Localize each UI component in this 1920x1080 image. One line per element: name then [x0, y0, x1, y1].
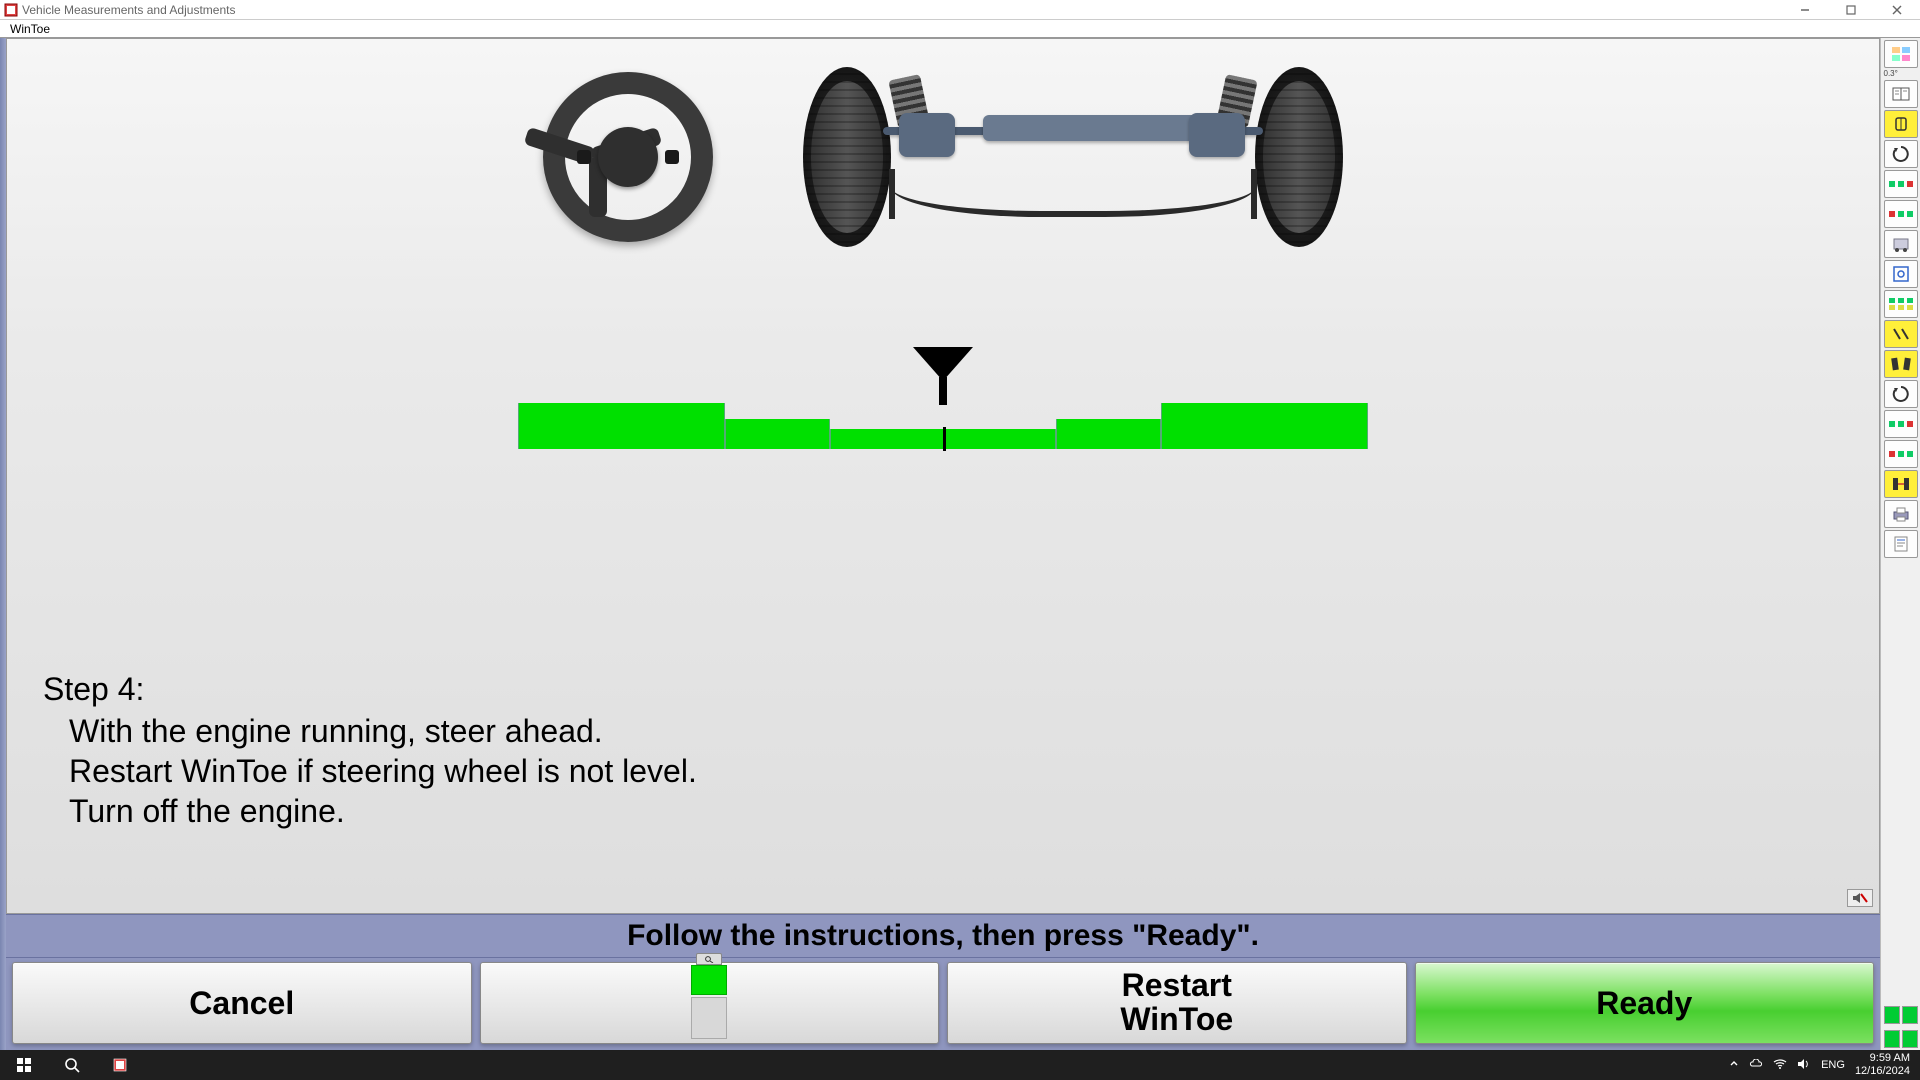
sidebar-caster-icon[interactable] [1884, 320, 1918, 348]
sensor-left2-icon [1884, 1030, 1900, 1048]
sidebar-angle-label: 0.3° [1884, 70, 1918, 78]
step-line: Turn off the engine. [43, 791, 697, 831]
restart-button-line1: Restart [1120, 969, 1233, 1003]
sidebar-measurements-icon[interactable] [1884, 40, 1918, 68]
system-tray[interactable]: ENG 9:59 AM 12/16/2024 [1729, 1052, 1920, 1077]
restart-wintoe-button[interactable]: Restart WinToe [947, 962, 1407, 1044]
front-axle-graphic [803, 67, 1343, 247]
cancel-button[interactable]: Cancel [12, 962, 472, 1044]
sidebar-bottom-indicators [1882, 1004, 1920, 1026]
step-heading: Step 4: [43, 669, 697, 709]
prompt-bar: Follow the instructions, then press "Rea… [6, 914, 1880, 958]
sidebar-front2-measurement-icon[interactable] [1884, 410, 1918, 438]
tray-language[interactable]: ENG [1821, 1059, 1845, 1071]
sidebar-rear-measurement-icon[interactable] [1884, 200, 1918, 228]
zoom-grey-indicator [691, 997, 727, 1039]
magnify-icon [696, 953, 722, 965]
sidebar-target-icon[interactable] [1884, 260, 1918, 288]
cancel-button-label: Cancel [189, 985, 294, 1022]
gauge-segment [518, 403, 725, 449]
gauge-segment [1056, 419, 1161, 449]
app-icon [4, 3, 18, 17]
sidebar-refresh-icon[interactable] [1884, 140, 1918, 168]
sidebar-vehicle-dims-icon[interactable] [1884, 230, 1918, 258]
ready-button-label: Ready [1596, 985, 1692, 1022]
tray-onedrive-icon[interactable] [1749, 1059, 1763, 1072]
restart-button-line2: WinToe [1120, 1003, 1233, 1037]
action-button-row: Cancel Restart WinToe Ready [6, 958, 1880, 1050]
minimize-button[interactable] [1782, 0, 1828, 20]
maximize-button[interactable] [1828, 0, 1874, 20]
gauge-segment-center [830, 429, 1057, 449]
sidebar-camber-icon[interactable] [1884, 350, 1918, 378]
close-button[interactable] [1874, 0, 1920, 20]
zoom-toggle-button[interactable] [480, 962, 940, 1044]
sidebar-rear2-measurement-icon[interactable] [1884, 440, 1918, 468]
right-toolbar: 0.3° [1880, 38, 1920, 1050]
window-title: Vehicle Measurements and Adjustments [22, 3, 235, 17]
ready-button[interactable]: Ready [1415, 962, 1875, 1044]
tray-wifi-icon[interactable] [1773, 1058, 1787, 1073]
gauge-segment [725, 419, 830, 449]
windows-taskbar: ENG 9:59 AM 12/16/2024 [0, 1050, 1920, 1080]
gauge-indicator-arrow-icon [903, 329, 983, 409]
sidebar-before-after-icon[interactable] [1884, 290, 1918, 318]
main-canvas: Step 4: With the engine running, steer a… [6, 38, 1880, 914]
taskbar-clock[interactable]: 9:59 AM 12/16/2024 [1855, 1052, 1914, 1077]
sidebar-toe-icon[interactable] [1884, 470, 1918, 498]
tray-chevron-icon[interactable] [1729, 1059, 1739, 1072]
search-button[interactable] [48, 1050, 96, 1080]
mute-icon[interactable] [1847, 889, 1873, 907]
menu-bar: WinToe [0, 20, 1920, 38]
taskbar-app-icon[interactable] [96, 1050, 144, 1080]
step-instructions: Step 4: With the engine running, steer a… [43, 669, 697, 831]
sidebar-bottom-indicators2 [1882, 1028, 1920, 1050]
gauge-segment [1161, 403, 1368, 449]
sensor-right-icon [1902, 1006, 1918, 1024]
level-gauge [518, 329, 1368, 449]
sidebar-spec-book-icon[interactable] [1884, 80, 1918, 108]
window-titlebar: Vehicle Measurements and Adjustments [0, 0, 1920, 20]
sidebar-print-icon[interactable] [1884, 500, 1918, 528]
prompt-text: Follow the instructions, then press "Rea… [627, 919, 1259, 953]
tray-volume-icon[interactable] [1797, 1058, 1811, 1073]
step-line: With the engine running, steer ahead. [43, 711, 697, 751]
sidebar-illustrate-icon[interactable] [1884, 110, 1918, 138]
sidebar-refresh2-icon[interactable] [1884, 380, 1918, 408]
sound-toggle-stack[interactable] [1847, 887, 1873, 907]
sidebar-front-measurement-icon[interactable] [1884, 170, 1918, 198]
step-line: Restart WinToe if steering wheel is not … [43, 751, 697, 791]
sensor-right2-icon [1902, 1030, 1918, 1048]
menu-wintoe[interactable]: WinToe [6, 20, 54, 38]
sensor-left-icon [1884, 1006, 1900, 1024]
illustration-row [7, 67, 1879, 247]
taskbar-time: 9:59 AM [1855, 1052, 1910, 1065]
start-button[interactable] [0, 1050, 48, 1080]
sidebar-report-icon[interactable] [1884, 530, 1918, 558]
steering-wheel-graphic [543, 72, 713, 242]
zoom-green-indicator [691, 965, 727, 995]
taskbar-date: 12/16/2024 [1855, 1065, 1910, 1078]
